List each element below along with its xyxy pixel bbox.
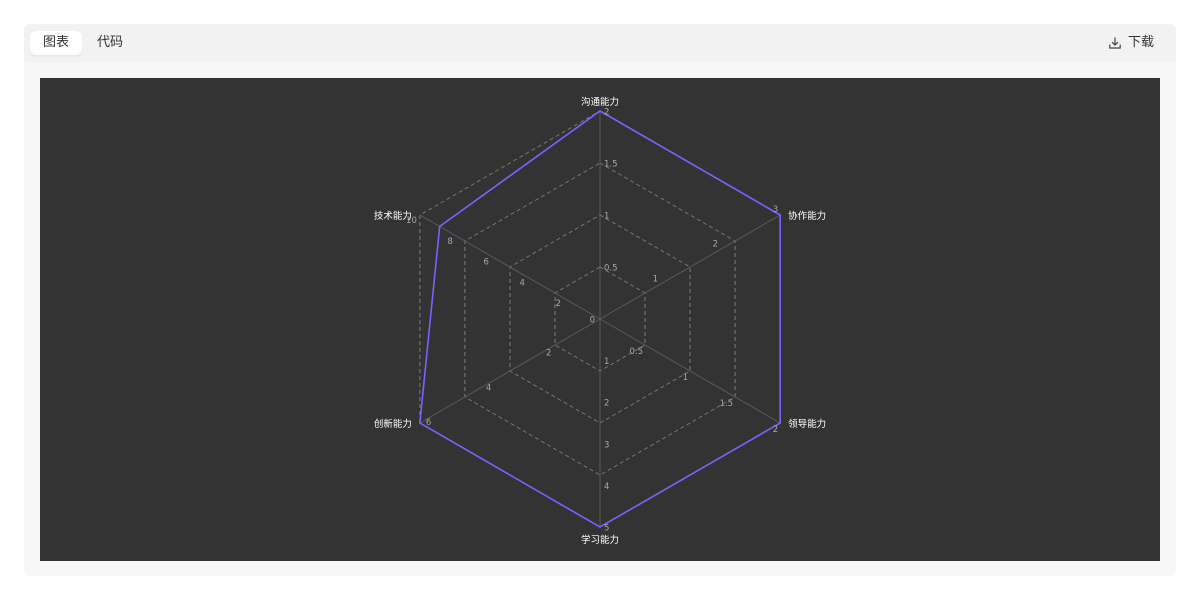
tick-label: 5 — [604, 524, 609, 534]
tick-label: 0.5 — [630, 347, 644, 357]
tick-label: 1 — [604, 357, 609, 367]
tick-label: 4 — [486, 383, 491, 393]
tab-code[interactable]: 代码 — [84, 31, 136, 55]
chart-area: 0 0.5 1 1.5 2 1 2 3 0.5 1 1.5 2 1 2 3 4 5 2 4 6 2 4 6 8 10 沟通能力协… — [40, 78, 1160, 561]
tick-label: 2 — [773, 425, 778, 435]
tick-label: 2 — [556, 299, 561, 309]
tick-label: 4 — [604, 482, 609, 492]
download-button[interactable]: 下载 — [1108, 31, 1154, 55]
tick-label: 3 — [773, 205, 778, 215]
indicator-label: 沟通能力 — [581, 96, 619, 108]
radar-chart: 00.511.521230.511.5212345246246810 沟通能力协… — [374, 96, 826, 546]
tick-label: 2 — [713, 240, 718, 250]
tick-label: 3 — [604, 440, 609, 450]
tick-label: 0 — [590, 316, 595, 326]
tick-label: 0.5 — [604, 264, 618, 274]
tick-label: 2 — [604, 108, 609, 118]
tick-label: 1 — [653, 274, 658, 284]
tick-label: 6 — [483, 258, 488, 268]
tick-label: 2 — [604, 399, 609, 409]
tick-label: 1 — [604, 212, 609, 222]
tick-label: 8 — [447, 237, 452, 247]
indicator-label: 协作能力 — [788, 210, 826, 222]
toolbar: 图表 代码 下载 — [24, 24, 1176, 62]
tab-chart[interactable]: 图表 — [30, 31, 83, 55]
indicator-label: 领导能力 — [788, 418, 826, 430]
chart-card: 图表 代码 下载 0 0.5 1 1.5 2 1 2 3 0.5 1 1.5 2 1 2 3 4 5 2 4 6 2 4 6… — [24, 24, 1176, 576]
tick-label: 1.5 — [720, 399, 734, 409]
tick-label: 1 — [683, 373, 688, 383]
tick-label: 4 — [520, 278, 525, 288]
indicator-label: 创新能力 — [374, 418, 412, 430]
download-icon — [1108, 36, 1122, 50]
indicator-label: 技术能力 — [374, 210, 412, 222]
tick-label: 1.5 — [604, 160, 618, 170]
download-label: 下载 — [1127, 35, 1154, 50]
indicator-label: 学习能力 — [581, 534, 619, 546]
tick-label: 6 — [426, 418, 431, 428]
tick-label: 2 — [546, 349, 551, 359]
